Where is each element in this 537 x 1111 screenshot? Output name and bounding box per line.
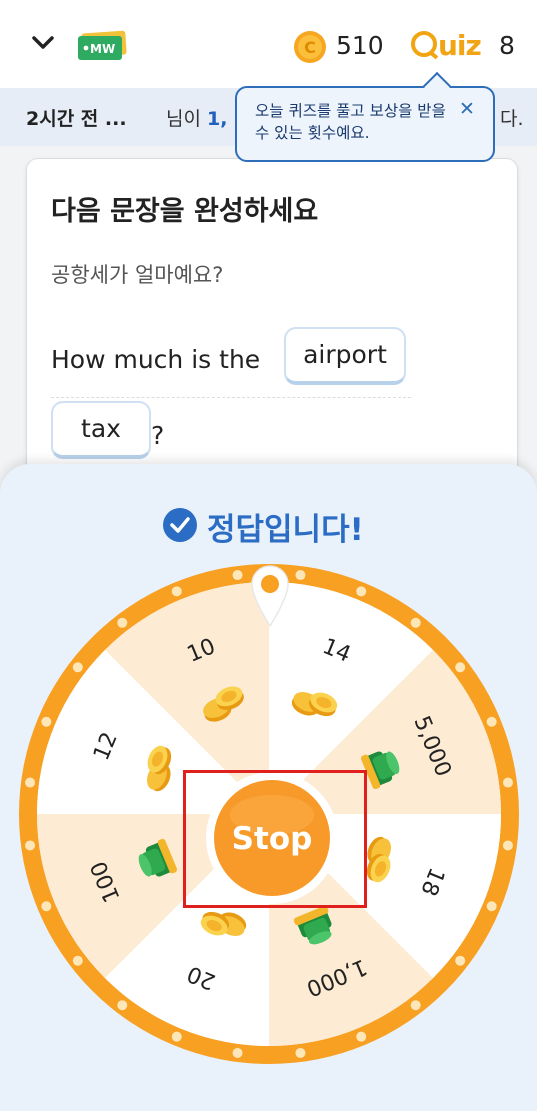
answer-chip-tax[interactable]: tax [51, 401, 151, 459]
quiz-logo-text: uiz [438, 29, 482, 62]
tooltip-text: 오늘 퀴즈를 풀고 보상을 받을 수 있는 횟수예요. [255, 102, 446, 142]
rim-light [410, 1000, 421, 1011]
rim-light [295, 570, 306, 581]
rim-light [502, 777, 513, 788]
quiz-count-tooltip: 오늘 퀴즈를 풀고 보상을 받을 수 있는 횟수예요. ✕ [235, 86, 495, 162]
answer-chip-airport[interactable]: airport [284, 327, 406, 385]
mw-logo-icon[interactable]: MW [76, 30, 128, 62]
logo-text: MW [90, 42, 115, 56]
quiz-logo[interactable]: uiz [411, 28, 482, 64]
ticker-message: 님이 1, [166, 104, 227, 131]
rim-light [486, 716, 497, 727]
quiz-korean-sentence: 공항세가 얼마예요? [51, 263, 224, 287]
quiz-card: 다음 문장을 완성하세요 공항세가 얼마예요? How much is the … [26, 158, 518, 500]
rim-light [455, 662, 466, 673]
rim-light [41, 716, 52, 727]
coin-count: 510 [336, 31, 384, 60]
top-bar: MW C 510 uiz 8 [0, 0, 537, 88]
rim-light [117, 617, 128, 628]
selection-highlight-box [183, 770, 367, 908]
correct-answer-text: 정답입니다! [207, 512, 364, 548]
sentence-start: How much is the [51, 345, 261, 374]
quiz-title: 다음 문장을 완성하세요 [51, 196, 319, 227]
ticker-message-prefix: 님이 [166, 108, 201, 130]
rim-light [72, 955, 83, 966]
quiz-q-icon [411, 31, 437, 57]
rim-light [232, 570, 243, 581]
chevron-down-icon[interactable] [28, 28, 58, 58]
rim-light [356, 586, 367, 597]
rim-light [502, 840, 513, 851]
rim-light [356, 1031, 367, 1042]
answer-line [51, 397, 411, 398]
rim-light [486, 901, 497, 912]
svg-text:C: C [304, 38, 316, 57]
rim-light [171, 1031, 182, 1042]
ticker-time: 2시간 전 ... [26, 108, 127, 130]
quiz-count: 8 [499, 31, 515, 60]
ticker-message-highlight: 1, [207, 108, 228, 130]
ticker-message-end: 다. [500, 108, 524, 130]
sentence-end: ? [151, 421, 165, 450]
rim-light [410, 617, 421, 628]
rim-light [72, 662, 83, 673]
rim-light [41, 901, 52, 912]
location-pin-icon [251, 565, 289, 628]
rim-light [232, 1047, 243, 1058]
rim-light [295, 1047, 306, 1058]
close-icon[interactable]: ✕ [459, 98, 475, 120]
rim-light [117, 1000, 128, 1011]
rim-light [25, 840, 36, 851]
check-circle-icon [163, 508, 197, 542]
rim-light [171, 586, 182, 597]
rim-light [455, 955, 466, 966]
rim-light [25, 777, 36, 788]
coin-icon: C [294, 31, 326, 63]
